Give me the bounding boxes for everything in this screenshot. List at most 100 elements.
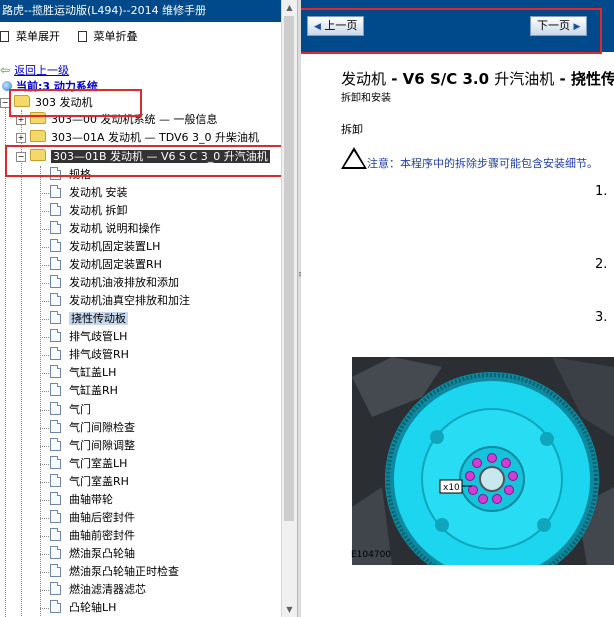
collapse-icon	[77, 30, 87, 42]
tree-leaf[interactable]: 发动机 拆卸	[50, 202, 128, 219]
tree-line	[40, 319, 49, 320]
folder-icon	[30, 112, 46, 124]
page-icon	[50, 221, 61, 234]
tree-leaf[interactable]: 规格	[50, 166, 91, 183]
selected-node-label: 303—01B 发动机 — V6 S C 3_0 升汽油机	[51, 150, 270, 163]
folder-icon	[30, 130, 46, 142]
tree-leaf-label: 曲轴后密封件	[69, 511, 135, 524]
tree-leaf-label: 曲轴带轮	[69, 493, 113, 506]
tree-line	[40, 446, 49, 447]
tree-leaf-label: 发动机 说明和操作	[69, 222, 161, 235]
tree-leaf[interactable]: 排气歧管LH	[50, 328, 127, 345]
tree-line	[40, 283, 49, 284]
tree-line	[40, 464, 49, 465]
page-icon	[50, 402, 61, 415]
tree-leaf[interactable]: 气缸盖RH	[50, 382, 118, 399]
folder-open-icon	[30, 149, 46, 161]
callout-text: x10	[443, 483, 460, 493]
tree-leaf[interactable]: 凸轮轴LH	[50, 599, 116, 616]
page-icon	[50, 582, 61, 595]
page-icon	[50, 203, 61, 216]
page-icon	[50, 564, 61, 577]
tree-leaf-label: 气缸盖RH	[69, 384, 118, 397]
tree-line	[40, 229, 49, 230]
back-link-row[interactable]: ⇦ 返回上一级	[0, 62, 69, 77]
tree-leaf[interactable]: 气门间隙检查	[50, 419, 135, 436]
tree-leaf-label: 气缸盖LH	[69, 366, 117, 379]
scroll-thumb[interactable]	[284, 16, 294, 521]
tree-leaf[interactable]: 气门间隙调整	[50, 437, 135, 454]
collapse-toggle-icon[interactable]: −	[16, 152, 26, 162]
tree-line	[40, 428, 49, 429]
tree-leaf[interactable]: 排气歧管RH	[50, 346, 129, 363]
tree-leaf-label: 挠性传动板	[69, 312, 128, 325]
warning-triangle-icon	[341, 147, 367, 169]
tree-leaf[interactable]: 气门室盖LH	[50, 455, 127, 472]
tree-leaf[interactable]: 曲轴前密封件	[50, 527, 135, 544]
expand-toggle-icon[interactable]: +	[16, 115, 26, 125]
tree-leaf-label: 气门	[69, 403, 91, 416]
toc-scrollbar[interactable]: ▲ ▼	[281, 0, 297, 617]
tree-node-303[interactable]: −303 发动机	[0, 94, 93, 111]
page-icon	[50, 528, 61, 541]
tree-leaf[interactable]: 燃油泵凸轮轴正时检查	[50, 563, 179, 580]
tree-line	[40, 211, 49, 212]
tree-node-303-01a[interactable]: +303—01A 发动机 — TDV6 3_0 升柴油机	[16, 129, 259, 146]
tree-line	[40, 355, 49, 356]
tree-leaf[interactable]: 气缸盖LH	[50, 364, 116, 381]
back-link[interactable]: 返回上一级	[14, 64, 69, 77]
tree-leaf-label: 发动机 拆卸	[69, 204, 128, 217]
tree-leaf[interactable]: 发动机 安装	[50, 184, 128, 201]
tree-line	[40, 590, 49, 591]
page-icon	[50, 456, 61, 469]
tree-node-303-01b[interactable]: − 303—01B 发动机 — V6 S C 3_0 升汽油机	[16, 148, 270, 165]
current-location[interactable]: 当前:3 动力系统	[2, 78, 98, 94]
folder-open-icon	[14, 95, 30, 107]
tree-line	[40, 482, 49, 483]
page-icon	[50, 293, 61, 306]
tree-leaf[interactable]: 发动机油真空排放和加注	[50, 292, 190, 309]
next-page-button[interactable]: 下一页 ▶	[530, 16, 588, 36]
tree-line	[40, 410, 49, 411]
back-arrow-icon: ⇦	[0, 63, 11, 77]
section-heading: 拆卸	[341, 123, 363, 136]
flywheel-illustration: x10	[352, 357, 614, 565]
collapse-toggle-icon[interactable]: −	[0, 98, 10, 108]
scroll-down-icon[interactable]: ▼	[282, 602, 297, 617]
page-icon	[50, 383, 61, 396]
scroll-up-icon[interactable]: ▲	[282, 0, 297, 15]
tree-leaf[interactable]: 燃油滤清器滤芯	[50, 581, 146, 598]
page-icon	[50, 167, 61, 180]
tree-leaf-label: 发动机固定装置LH	[69, 240, 161, 253]
menu-collapse-button[interactable]: 菜单折叠	[77, 28, 138, 44]
tree-leaf[interactable]: 燃油泵凸轮轴	[50, 545, 135, 562]
tree-line	[40, 247, 49, 248]
tree-leaf[interactable]: 发动机油液排放和添加	[50, 274, 179, 291]
tree-leaf-label: 气门室盖RH	[69, 475, 129, 488]
tree-line	[40, 518, 49, 519]
tree-line	[40, 265, 49, 266]
page-nav-bar: ◀ 上一页 下一页 ▶	[301, 0, 614, 52]
tree-leaf[interactable]: 发动机 说明和操作	[50, 220, 161, 237]
page-icon	[50, 420, 61, 433]
page-icon	[50, 365, 61, 378]
prev-page-button[interactable]: ◀ 上一页	[307, 16, 365, 36]
tree-node-303-00[interactable]: +303—00 发动机系统 — 一般信息	[16, 111, 217, 128]
tree-leaf-label: 发动机油真空排放和加注	[69, 294, 190, 307]
expand-icon	[0, 30, 9, 42]
tree-line	[40, 536, 49, 537]
tree-leaf-label: 燃油滤清器滤芯	[69, 583, 146, 596]
page-icon	[50, 492, 61, 505]
expand-toggle-icon[interactable]: +	[16, 133, 26, 143]
tree-line	[40, 193, 49, 194]
tree-leaf[interactable]: 曲轴带轮	[50, 491, 113, 508]
tree-leaf[interactable]: 气门室盖RH	[50, 473, 129, 490]
tree-leaf[interactable]: 发动机固定装置RH	[50, 256, 162, 273]
toc-title-bar: 路虎--揽胜运动版(L494)--2014 维修手册	[0, 0, 281, 22]
figure-label: E104700	[351, 550, 392, 560]
tree-leaf[interactable]: 曲轴后密封件	[50, 509, 135, 526]
tree-leaf[interactable]: 气门	[50, 401, 91, 418]
menu-expand-button[interactable]: 菜单展开	[0, 28, 60, 44]
tree-leaf[interactable]: 发动机固定装置LH	[50, 238, 160, 255]
tree-leaf[interactable]: 挠性传动板	[50, 310, 128, 327]
